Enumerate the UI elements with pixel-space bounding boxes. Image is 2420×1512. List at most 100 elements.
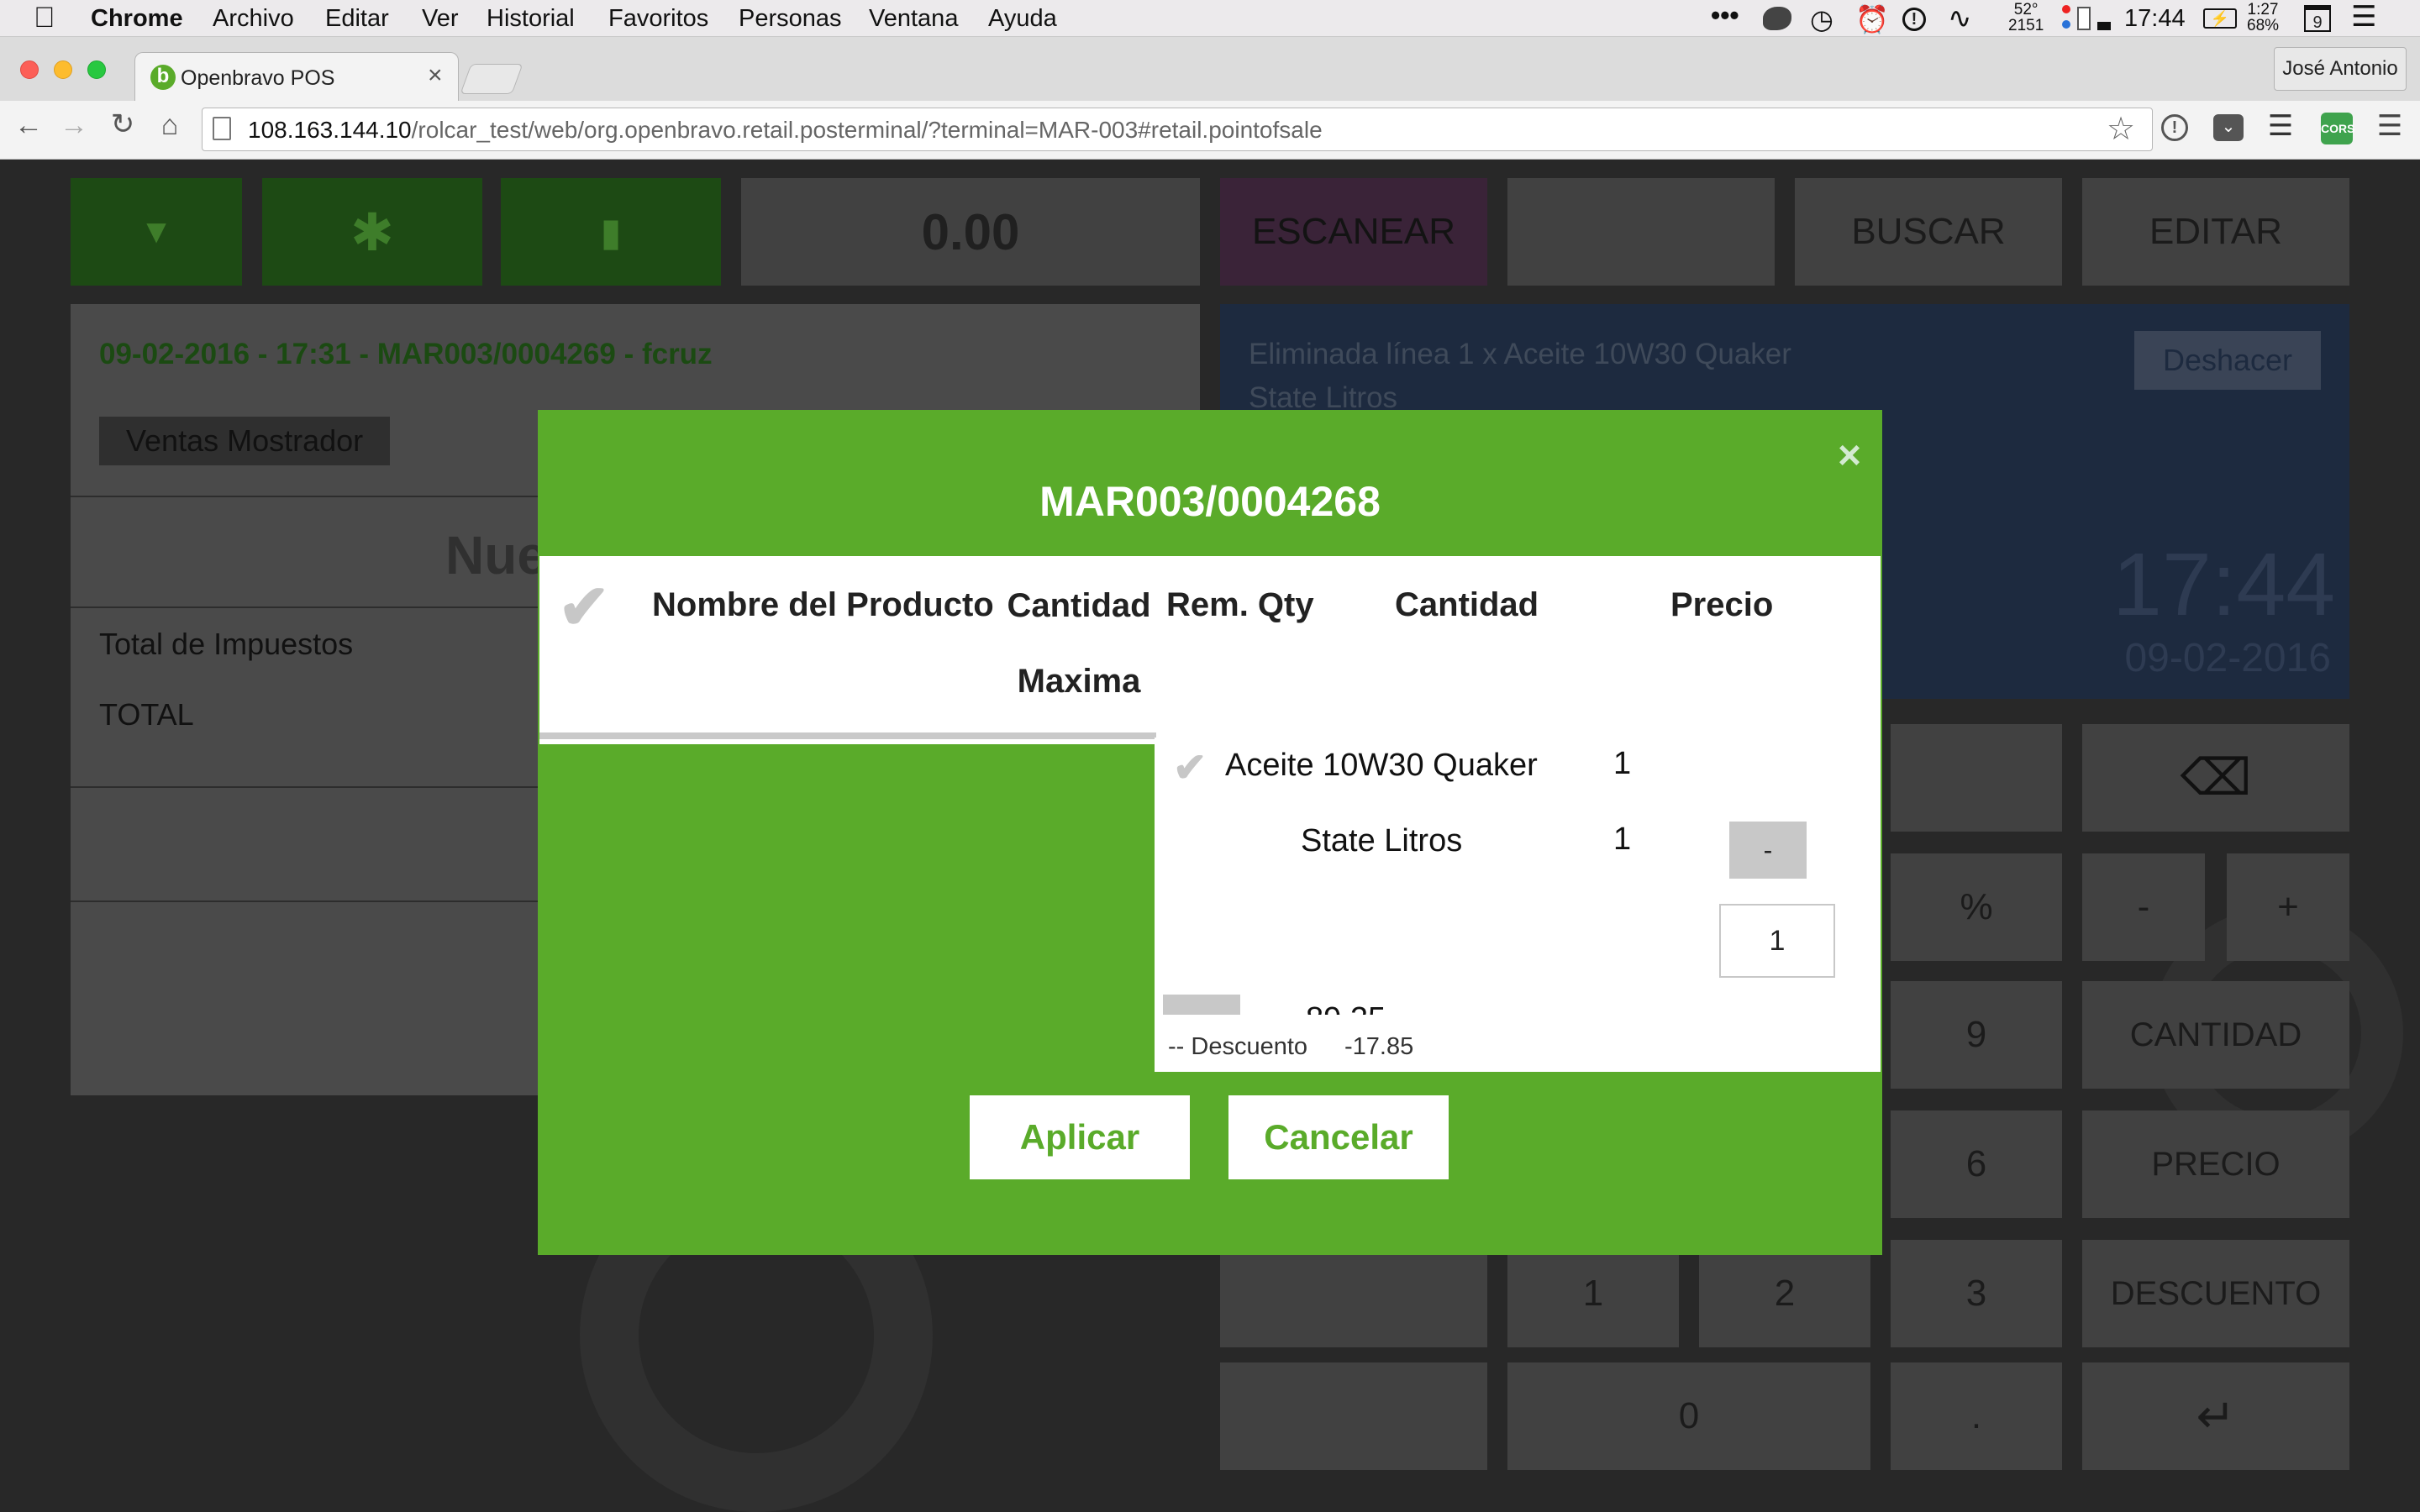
bookmark-star-icon[interactable]: ☆ [2107, 110, 2135, 148]
header-divider [539, 732, 1156, 739]
keypad-3[interactable]: 3 [1891, 1240, 2062, 1347]
clock-date-display: 09-02-2016 [2124, 636, 2331, 680]
keypad-9[interactable]: 9 [1891, 981, 2062, 1089]
forward-icon[interactable]: → [57, 109, 91, 142]
cancel-button[interactable]: Cancelar [1228, 1095, 1449, 1179]
menu-personas[interactable]: Personas [739, 5, 842, 33]
profile-button[interactable]: José Antonio [2274, 47, 2407, 91]
header-rem-qty: Rem. Qty [1166, 586, 1314, 623]
new-label: Nue [445, 525, 547, 585]
customer-button[interactable]: Ventas Mostrador [99, 417, 391, 465]
page-icon [213, 117, 231, 140]
macos-menu-bar:  Chrome Archivo Editar Ver Historial Fa… [0, 0, 2420, 37]
menu-archivo[interactable]: Archivo [213, 5, 294, 33]
discount-button[interactable]: DESCUENTO [2082, 1240, 2349, 1347]
keypad-blank-left[interactable] [1220, 1240, 1487, 1347]
battery-status[interactable]: 1:27 68% [2247, 2, 2279, 34]
keypad-6[interactable]: 6 [1891, 1110, 2062, 1218]
new-tab-button[interactable] [460, 64, 523, 94]
lines-table-header: ✔ Nombre del Producto Cantidad Maxima Re… [539, 556, 1881, 744]
menu-ayuda[interactable]: Ayuda [988, 5, 1057, 33]
undo-button[interactable]: Deshacer [2134, 331, 2321, 390]
address-bar[interactable]: 108.163.144.10/rolcar_test/web/org.openb… [202, 108, 2153, 151]
keypad-blank-bottom[interactable] [1220, 1362, 1487, 1470]
menu-editar[interactable]: Editar [325, 5, 389, 33]
reload-icon[interactable]: ↻ [106, 108, 139, 141]
tab-close-icon[interactable]: × [428, 61, 443, 90]
back-icon[interactable]: ← [12, 109, 45, 142]
keypad-1[interactable]: 1 [1507, 1240, 1679, 1347]
password-manager-icon[interactable]: ! [1902, 8, 1926, 31]
quantity-button[interactable]: CANTIDAD [2082, 981, 2349, 1089]
extension-layers-icon[interactable]: ☰ [2264, 109, 2297, 143]
extension-pocket-icon[interactable]: ⌄ [2213, 114, 2244, 141]
clock-time-display: 17:44 [2112, 535, 2336, 634]
search-button[interactable]: BUSCAR [1795, 178, 2062, 286]
menu-ventana[interactable]: Ventana [869, 5, 958, 33]
close-icon[interactable]: × [1828, 435, 1870, 477]
menu-ver[interactable]: Ver [422, 5, 459, 33]
enter-icon[interactable]: ↵ [2082, 1362, 2349, 1470]
app-menu-chrome[interactable]: Chrome [91, 5, 183, 33]
home-icon[interactable]: ⌂ [153, 109, 187, 142]
price-button[interactable]: PRECIO [2082, 1110, 2349, 1218]
weather-widget[interactable]: 52° 2151 [2008, 2, 2044, 34]
discount-value: -17.85 [1344, 1033, 1414, 1060]
panel-filler [1155, 1015, 1881, 1032]
time-machine-icon[interactable]: ◷ [1810, 3, 1833, 35]
clock-time[interactable]: 17:44 [2124, 5, 2186, 33]
header-qty: Cantidad [1395, 586, 1539, 623]
return-lines-dialog: × MAR003/0004268 ✔ Nombre del Producto C… [538, 410, 1882, 1255]
keypad-2[interactable]: 2 [1699, 1240, 1870, 1347]
apply-button[interactable]: Aplicar [970, 1095, 1190, 1179]
line-rem-qty: 1 [1613, 822, 1632, 857]
new-ticket-button[interactable]: ✱ [262, 178, 482, 286]
header-price: Precio [1670, 586, 1774, 623]
menu-favoritos[interactable]: Favoritos [608, 5, 708, 33]
keypad-percent[interactable]: % [1891, 853, 2062, 961]
alarm-clock-icon[interactable]: ⏰ [1855, 3, 1889, 35]
edit-button[interactable]: EDITAR [2082, 178, 2349, 286]
header-max-qty: Cantidad Maxima [1007, 587, 1151, 700]
keypad-blank[interactable] [1891, 724, 2062, 832]
qty-input[interactable]: 1 [1719, 904, 1835, 978]
window-close-button[interactable] [20, 60, 39, 79]
discount-label: -- Descuento [1168, 1033, 1308, 1060]
keypad-dot[interactable]: . [1891, 1362, 2062, 1470]
record-indicator-icon [2062, 5, 2070, 13]
delete-ticket-icon[interactable]: ▮ [501, 178, 721, 286]
extension-1password-icon[interactable]: ! [2161, 114, 2188, 141]
keypad-minus[interactable]: - [2082, 853, 2205, 961]
header-product-name: Nombre del Producto [652, 586, 994, 623]
chrome-menu-icon[interactable]: ☰ [2373, 109, 2407, 143]
backspace-icon[interactable]: ⌫ [2082, 724, 2349, 832]
ticket-header: 09-02-2016 - 17:31 - MAR003/0004269 - fc… [99, 338, 713, 370]
status-message: Eliminada línea 1 x Aceite 10W30 Quaker … [1249, 338, 1791, 414]
apple-icon[interactable]:  [34, 2, 55, 34]
more-icon[interactable]: ••• [1711, 0, 1739, 31]
browser-tab[interactable]: b Openbravo POS × [134, 52, 459, 101]
line-product-name: Aceite 10W30 Quaker State Litros [1225, 748, 1538, 858]
line-check-icon[interactable]: ✔ [1173, 744, 1207, 791]
keypad-plus[interactable]: + [2227, 853, 2349, 961]
wifi-icon[interactable]: ∿ [1948, 2, 1972, 35]
line-max-qty: 1 [1613, 746, 1632, 781]
app-status-icon[interactable] [1763, 7, 1791, 30]
extension-cors-icon[interactable]: CORS [2321, 113, 2354, 144]
menu-historial[interactable]: Historial [487, 5, 575, 33]
window-minimize-button[interactable] [54, 60, 72, 79]
scan-button[interactable]: ESCANEAR [1220, 178, 1487, 286]
window-zoom-button[interactable] [87, 60, 106, 79]
total-display[interactable]: 0.00 [741, 178, 1200, 286]
battery-icon[interactable]: ⚡ [2203, 8, 2237, 29]
qty-decrement-button[interactable]: - [1729, 822, 1807, 879]
meter-icon [2077, 7, 2091, 30]
calendar-icon[interactable]: 9 [2304, 5, 2331, 32]
keypad-0[interactable]: 0 [1507, 1362, 1870, 1470]
select-all-check-icon[interactable]: ✔ [558, 571, 610, 643]
menu-dropdown-button[interactable]: ▼ [71, 178, 242, 286]
line-row: ✔ Aceite 10W30 Quaker State Litros 1 1 -… [1155, 738, 1881, 1052]
url-text[interactable]: 108.163.144.10/rolcar_test/web/org.openb… [248, 117, 1323, 144]
notification-center-icon[interactable]: ☰ [2351, 0, 2376, 34]
blank-tab-button[interactable] [1507, 178, 1775, 286]
